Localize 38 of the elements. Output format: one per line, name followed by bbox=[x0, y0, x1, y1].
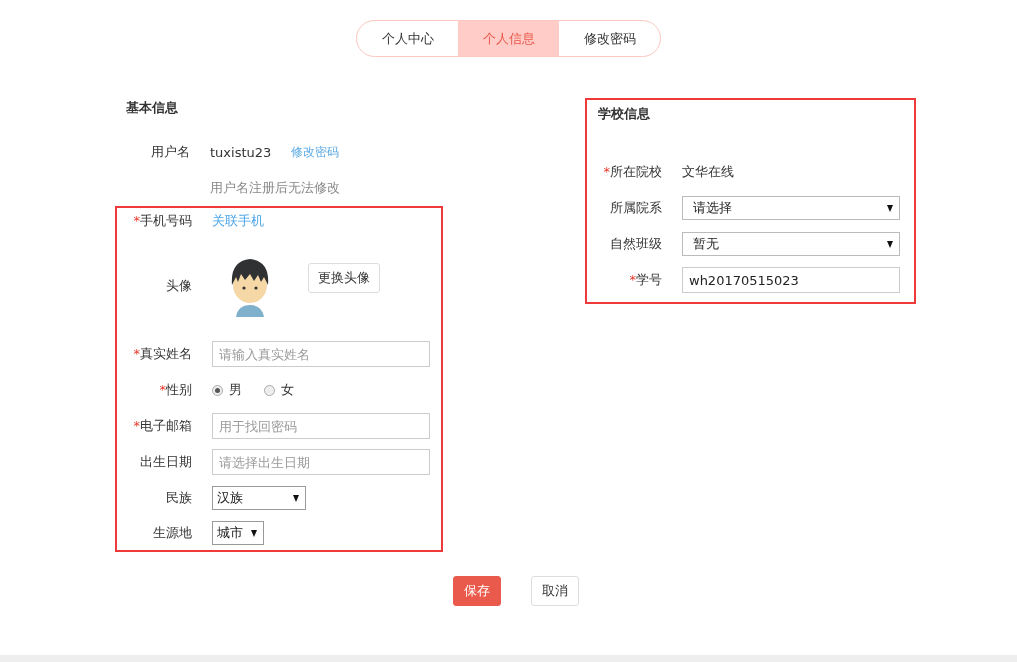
input-field[interactable]: 请输入真实姓名 bbox=[212, 341, 430, 367]
section-title: 基本信息 bbox=[125, 99, 179, 117]
field-label: *手机号码 bbox=[133, 213, 192, 228]
caret-icon bbox=[887, 240, 893, 248]
radio-button[interactable] bbox=[264, 384, 275, 396]
field-label: *电子邮箱 bbox=[133, 418, 192, 433]
caret-icon bbox=[251, 529, 257, 537]
field-label: *真实姓名 bbox=[133, 346, 192, 361]
input-field[interactable]: 用于找回密码 bbox=[212, 413, 430, 439]
tab[interactable]: 修改密码 bbox=[559, 21, 660, 56]
select-dropdown[interactable]: 请选择 bbox=[682, 196, 900, 220]
field-label: 民族 bbox=[166, 490, 192, 505]
radio-button[interactable] bbox=[212, 384, 223, 396]
radio-label: 男 bbox=[229, 381, 242, 399]
field-label: 头像 bbox=[166, 278, 192, 293]
radio-label: 女 bbox=[281, 381, 294, 399]
field-label: *学号 bbox=[629, 272, 662, 287]
cancel-button[interactable]: 取消 bbox=[530, 576, 579, 606]
tab[interactable]: 个人中心 bbox=[357, 21, 458, 56]
select-dropdown[interactable]: 城市 bbox=[212, 521, 264, 545]
school-value: 文华在线 bbox=[682, 163, 734, 181]
field-label: *性别 bbox=[159, 382, 192, 397]
caret-icon bbox=[887, 204, 893, 212]
field-label: 所属院系 bbox=[610, 200, 662, 215]
field-label: 出生日期 bbox=[140, 454, 192, 469]
change-avatar-button[interactable]: 更换头像 bbox=[308, 263, 380, 293]
field-label: 自然班级 bbox=[610, 236, 662, 251]
input-field[interactable]: wh20170515023 bbox=[682, 267, 900, 293]
input-field[interactable]: 请选择出生日期 bbox=[212, 449, 430, 475]
caret-icon bbox=[293, 494, 299, 502]
hint-text: 用户名注册后无法修改 bbox=[210, 179, 340, 197]
field-label: *所在院校 bbox=[603, 164, 662, 179]
section-title: 学校信息 bbox=[597, 105, 651, 123]
select-dropdown[interactable]: 暂无 bbox=[682, 232, 900, 256]
field-label: 生源地 bbox=[153, 525, 192, 540]
select-dropdown[interactable]: 汉族 bbox=[212, 486, 306, 510]
field-label: 用户名 bbox=[151, 144, 190, 159]
username-value: tuxistu23 bbox=[210, 144, 272, 160]
